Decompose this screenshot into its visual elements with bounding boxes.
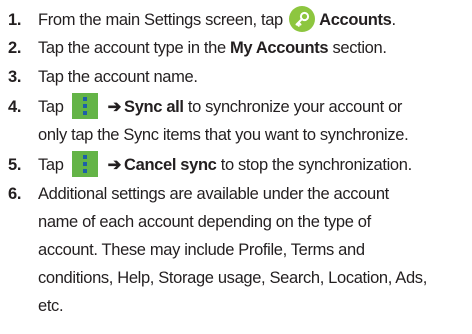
arrow-icon: ➔: [107, 98, 122, 116]
step-text-line: etc.: [38, 297, 64, 315]
step-number: 4.: [8, 98, 22, 116]
step-number: 3.: [8, 68, 22, 86]
step-number: 2.: [8, 39, 22, 57]
step-text: Tap the account type in the: [38, 39, 226, 57]
menu-icon: [71, 92, 98, 119]
step-number: 1.: [8, 11, 22, 29]
step-text: Tap the account name.: [38, 68, 198, 86]
accounts-key-icon: [289, 5, 316, 32]
instruction-steps: 1. From the main Settings screen, tap Ac…: [0, 0, 472, 334]
menu-icon: [71, 150, 98, 177]
arrow-icon: ➔: [107, 156, 122, 174]
accounts-label: Accounts: [319, 11, 392, 29]
step-number: 5.: [8, 156, 22, 174]
step-text: Tap: [38, 98, 64, 116]
step-number: 6.: [8, 185, 22, 203]
step-text-line: account. These may include Profile, Term…: [38, 241, 365, 259]
step-text-continued: only tap the Sync items that you want to…: [38, 126, 409, 144]
step-text-line: conditions, Help, Storage usage, Search,…: [38, 269, 427, 287]
cancel-sync-label: Cancel sync: [124, 156, 217, 174]
step-text-line: Additional settings are available under …: [38, 185, 389, 203]
step-text-line: name of each account depending on the ty…: [38, 213, 371, 231]
step-text: From the main Settings screen, tap: [38, 11, 283, 29]
my-accounts-label: My Accounts: [230, 39, 329, 57]
step-text: Tap: [38, 156, 64, 174]
sync-all-label: Sync all: [124, 98, 184, 116]
